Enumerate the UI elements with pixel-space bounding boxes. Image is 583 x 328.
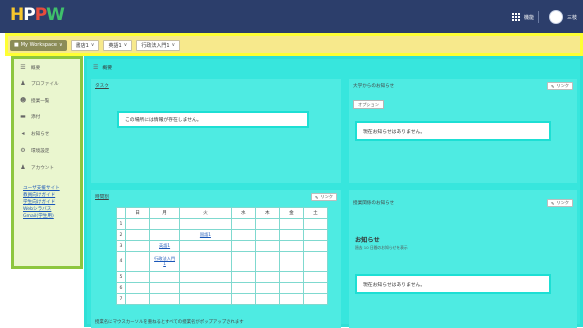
- sidebar-item-attachments[interactable]: ▬ 添付: [20, 113, 40, 121]
- header-right: 機能 三枝: [511, 9, 577, 25]
- class-notices-link-button[interactable]: ✎ リンク: [546, 199, 573, 207]
- sidebar-item-announcements[interactable]: ◂ お知らせ: [20, 130, 49, 138]
- chevron-down-icon: ∨: [123, 42, 128, 48]
- people-icon: ☻: [20, 97, 27, 104]
- university-empty-message: 現在お知らせはありません。: [355, 121, 551, 141]
- chevron-down-icon: ∨: [90, 42, 95, 48]
- timetable: 日 月 火 水 木 金 土 1 2 国語1 3 英語1 4 行政法入門1 5 6…: [116, 207, 329, 305]
- task-empty-message: この場所には情報が存在しません。: [117, 111, 309, 128]
- class-notices-title: 授業関係のお知らせ: [353, 201, 395, 206]
- my-workspace-button[interactable]: ■ My Workspace ∨: [10, 39, 67, 51]
- task-panel: タスク この場所には情報が存在しません。: [91, 79, 341, 183]
- timetable-header-row: 日 月 火 水 木 金 土: [116, 207, 329, 219]
- megaphone-icon: ◂: [21, 130, 25, 137]
- university-link-button[interactable]: ✎ リンク: [546, 82, 573, 90]
- link-gmail[interactable]: Gmail(学生用): [23, 213, 83, 220]
- sidebar-item-account[interactable]: ♟ アカウント: [20, 164, 54, 172]
- divider: [537, 11, 539, 23]
- person-icon: ♟: [20, 80, 26, 87]
- options-button[interactable]: オプション: [353, 100, 384, 109]
- table-row: 2 国語1: [116, 229, 329, 241]
- day-wed: 水: [230, 207, 256, 219]
- university-notices-title: 大学からのお知らせ: [353, 84, 395, 89]
- my-workspace-label: My Workspace: [20, 42, 57, 48]
- class-notices-empty-message: 現在お知らせはありません。: [355, 274, 551, 294]
- sidebar-item-overview[interactable]: ☰ 概要: [20, 64, 40, 72]
- day-mon: 月: [149, 207, 181, 219]
- folder-icon: ▬: [20, 113, 26, 120]
- table-row: 4 行政法入門1: [116, 251, 329, 272]
- person-icon: ♟: [20, 164, 26, 171]
- class-link-english[interactable]: 英語1: [159, 243, 170, 248]
- link-teacher-guide[interactable]: 教員向けガイド: [23, 192, 83, 199]
- table-row: 3 英語1: [116, 240, 329, 252]
- chevron-down-icon: ∨: [58, 42, 63, 48]
- home-icon: ■: [14, 42, 19, 48]
- notices-subtitle: 過去 10 日間のお知らせを表示: [355, 245, 408, 250]
- timetable-footnote: 授業名にマウスカーソルを重ねるとすべての授業名がポップアップされます: [95, 320, 244, 325]
- site-tab-2[interactable]: 英語1 ∨: [103, 39, 133, 51]
- university-notices-panel: 大学からのお知らせ ✎ リンク オプション 現在お知らせはありません。: [349, 79, 577, 183]
- user-name[interactable]: 三枝: [567, 14, 577, 21]
- class-link-admin-law[interactable]: 行政法入門1: [154, 256, 176, 266]
- table-row: 5: [116, 271, 329, 283]
- class-link-kokugo[interactable]: 国語1: [200, 232, 211, 237]
- day-fri: 金: [278, 207, 304, 219]
- list-icon: ☰: [20, 64, 26, 71]
- table-row: 7: [116, 293, 329, 305]
- link-student-guide[interactable]: 学生向けガイド: [23, 199, 83, 206]
- workspace-nav: ■ My Workspace ∨ 書店1 ∨ 英語1 ∨ 行政法入門1 ∨: [10, 39, 181, 51]
- gear-icon: ⚙: [20, 147, 26, 154]
- site-tab-1[interactable]: 書店1 ∨: [70, 39, 100, 51]
- sidebar: ☰ 概要 ♟ プロファイル ☻ 授業一覧 ▬ 添付 ◂ お知らせ ⚙ 環境設定 ♟ アカウント…: [11, 56, 83, 269]
- chevron-down-icon: ∨: [171, 42, 176, 48]
- timetable-panel: 時間割 ✎ リンク 日 月 火 水 木 金 土 1 2 国語1 3 英語1 4 …: [91, 190, 341, 328]
- list-icon: ☰: [93, 64, 99, 71]
- day-tue: 火: [179, 207, 232, 219]
- sidebar-item-classes[interactable]: ☻ 授業一覧: [20, 97, 49, 105]
- task-panel-title[interactable]: タスク: [95, 83, 109, 89]
- notices-heading: お知らせ: [355, 237, 380, 244]
- day-sat: 土: [302, 207, 329, 219]
- main-content: ☰ 概要 タスク この場所には情報が存在しません。 大学からのお知らせ ✎ リンク…: [84, 56, 583, 328]
- site-tab-3[interactable]: 行政法入門1 ∨: [136, 39, 181, 51]
- avatar[interactable]: [548, 10, 563, 24]
- table-row: 6: [116, 282, 329, 294]
- day-sun: 日: [124, 207, 151, 219]
- grid-label[interactable]: 機能: [524, 14, 534, 21]
- table-row: 1: [116, 218, 329, 230]
- page-title: ☰ 概要: [93, 64, 112, 71]
- timetable-link-button[interactable]: ✎ リンク: [310, 193, 337, 201]
- top-header: HPPW 機能 三枝: [0, 0, 583, 33]
- sidebar-item-preferences[interactable]: ⚙ 環境設定: [20, 147, 49, 155]
- class-notices-panel: 授業関係のお知らせ ✎ リンク お知らせ 過去 10 日間のお知らせを表示 現在お…: [349, 190, 577, 328]
- link-icon: ✎: [550, 83, 555, 89]
- link-icon: ✎: [314, 194, 319, 200]
- sidebar-links: ユーザ支援サイト 教員向けガイド 学生向けガイド Webシラバス Gmail(学…: [23, 185, 83, 220]
- link-web-syllabus[interactable]: Webシラバス: [23, 206, 83, 213]
- link-user-support[interactable]: ユーザ支援サイト: [23, 185, 83, 192]
- timetable-title[interactable]: 時間割: [95, 194, 109, 200]
- sidebar-item-profile[interactable]: ♟ プロファイル: [20, 80, 58, 88]
- app-logo[interactable]: HPPW: [10, 5, 65, 27]
- link-icon: ✎: [550, 200, 555, 206]
- day-thu: 木: [254, 207, 280, 219]
- grid-icon[interactable]: [511, 13, 520, 21]
